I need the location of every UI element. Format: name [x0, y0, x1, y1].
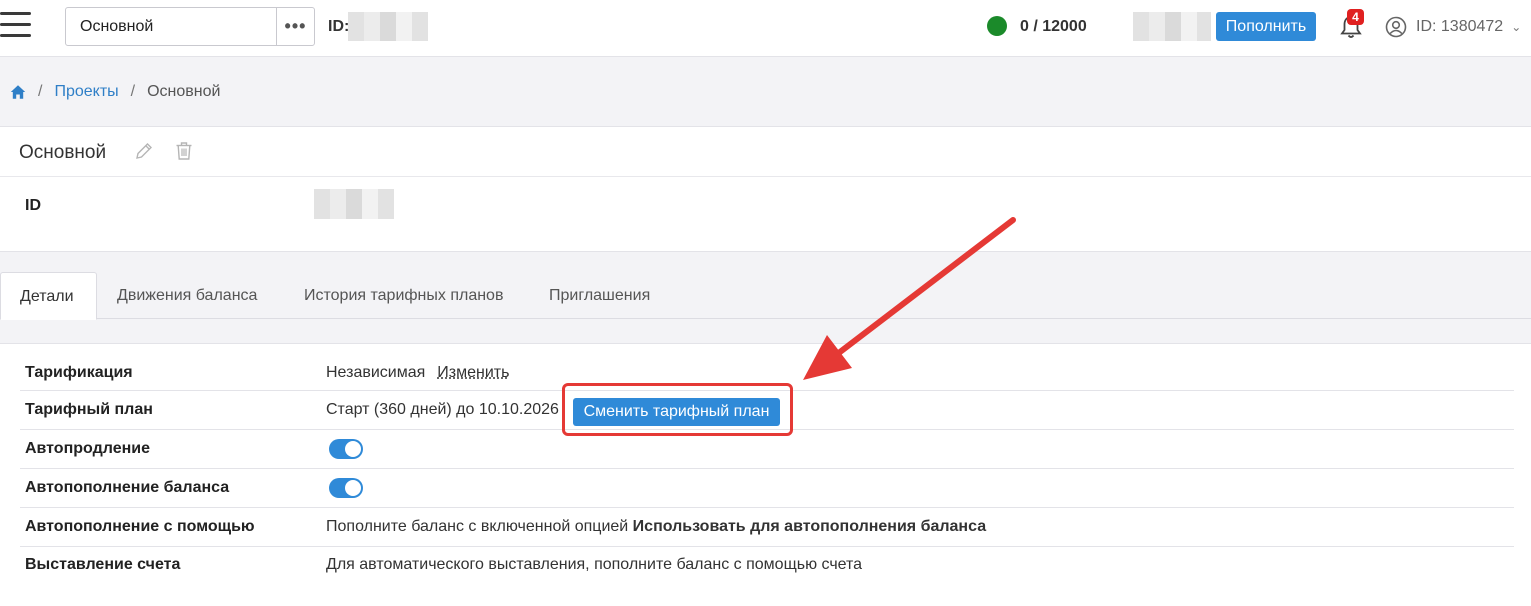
breadcrumb-separator: /: [130, 83, 136, 100]
project-header-card: Основной ID: [0, 126, 1531, 252]
breadcrumb-current: Основной: [147, 83, 221, 100]
project-id-redacted: [314, 189, 394, 219]
row-label: Тарифный план: [25, 401, 153, 418]
autotopup-toggle[interactable]: [329, 478, 363, 498]
user-id: ID: 1380472: [1416, 18, 1504, 35]
autotopup-method-text: Пополните баланс с включенной опцией: [326, 518, 633, 535]
home-icon[interactable]: [10, 84, 26, 100]
top-bar: Основной ••• ID: 0 / 12000 Пополнить 4 I…: [0, 0, 1531, 57]
tab-details[interactable]: Детали: [0, 272, 97, 320]
user-menu[interactable]: ID: 1380472 ⌄: [1385, 15, 1521, 39]
page-title: Основной: [19, 142, 107, 163]
account-id-redacted: [348, 12, 428, 41]
autorenew-toggle[interactable]: [329, 439, 363, 459]
status-indicator-icon: [987, 16, 1007, 36]
table-row-invoicing: Выставление счета Для автоматического вы…: [20, 547, 1514, 586]
row-value: Пополните баланс с включенной опцией Исп…: [326, 518, 986, 536]
topup-button[interactable]: Пополнить: [1216, 12, 1316, 41]
breadcrumb-separator: /: [38, 83, 43, 100]
change-tariff-plan-button[interactable]: Сменить тарифный план: [573, 398, 780, 426]
table-row-autotopup: Автопополнение баланса: [20, 469, 1514, 508]
pencil-icon[interactable]: [134, 141, 154, 161]
tariff-value: Старт (360 дней) до 10.10.2026: [326, 401, 559, 418]
tab-invitations[interactable]: Приглашения: [549, 272, 650, 319]
details-table: Тарификация Независимая Изменить Тарифный…: [0, 343, 1531, 606]
table-row-billing: Тарификация Независимая Изменить: [20, 353, 1514, 391]
menu-icon[interactable]: [0, 12, 32, 42]
balance-counter: 0 / 12000: [1020, 18, 1087, 35]
tab-tariff-history[interactable]: История тарифных планов: [304, 272, 503, 319]
row-label: Тарификация: [25, 364, 133, 381]
account-id-label: ID:: [328, 18, 350, 35]
toggle-knob: [345, 480, 361, 496]
invoicing-value: Для автоматического выставления, пополни…: [326, 556, 863, 573]
row-value: Независимая Изменить: [326, 364, 509, 382]
project-title-row: Основной: [0, 127, 1531, 177]
breadcrumb-projects-link[interactable]: Проекты: [54, 83, 118, 101]
user-icon: [1385, 16, 1407, 38]
row-label: Автопродление: [25, 440, 150, 457]
table-row-tariff: Тарифный план Старт (360 дней) до 10.10.…: [20, 391, 1514, 430]
row-label: Автопополнение баланса: [25, 479, 230, 496]
billing-value: Независимая: [326, 364, 426, 381]
toggle-knob: [345, 441, 361, 457]
table-row-autorenew: Автопродление: [20, 430, 1514, 469]
chevron-down-icon: ⌄: [1511, 20, 1522, 34]
more-options-button[interactable]: •••: [276, 8, 314, 45]
balance-amount-redacted: [1133, 12, 1211, 41]
tab-balance-movements[interactable]: Движения баланса: [117, 272, 257, 319]
tabs-bar: Детали Движения баланса История тарифных…: [0, 272, 1531, 320]
row-label: Выставление счета: [25, 556, 181, 573]
notification-badge: 4: [1347, 9, 1364, 25]
breadcrumb: / Проекты / Основной: [10, 83, 220, 101]
project-select-value: Основной: [80, 18, 154, 35]
autotopup-method-bold: Использовать для автопополнения баланса: [632, 518, 987, 535]
change-billing-link[interactable]: Изменить: [437, 364, 509, 381]
project-select[interactable]: Основной •••: [65, 7, 315, 46]
row-label: Автопополнение с помощью: [25, 518, 255, 535]
table-row-autotopup-method: Автопополнение с помощью Пополните балан…: [20, 508, 1514, 547]
trash-icon[interactable]: [175, 141, 193, 161]
project-id-label: ID: [25, 197, 41, 214]
